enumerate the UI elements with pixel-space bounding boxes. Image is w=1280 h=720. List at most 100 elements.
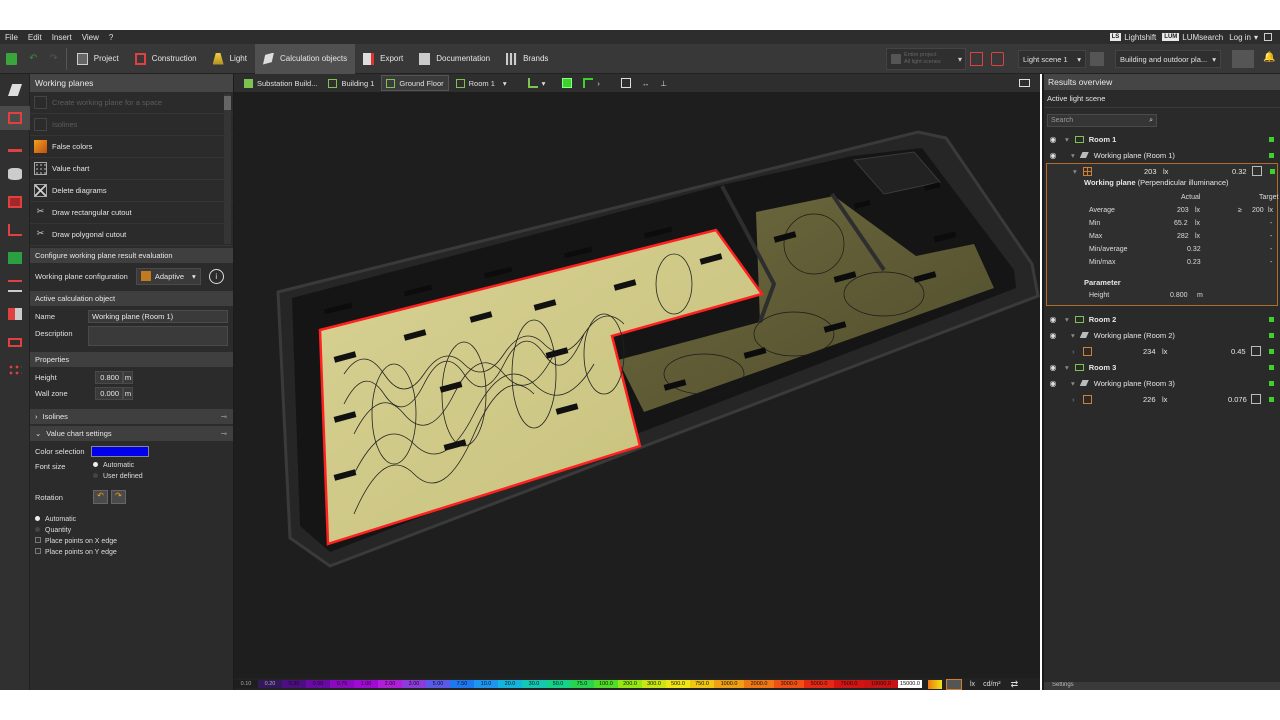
breadcrumb-floor[interactable]: Ground Floor	[381, 75, 449, 91]
font-auto-radio[interactable]: Automatic	[93, 460, 143, 471]
floor-plan-render[interactable]	[234, 74, 1040, 690]
eye-icon[interactable]: ◉	[1049, 331, 1057, 340]
tool-obstacle[interactable]	[0, 302, 30, 326]
tool-wall-grid[interactable]	[0, 190, 30, 214]
search-input[interactable]: Search ⌕	[1047, 114, 1157, 127]
save-button[interactable]	[0, 44, 23, 74]
eye-icon[interactable]: ◉	[1049, 151, 1057, 160]
color-selection-swatch[interactable]	[91, 445, 149, 457]
info-icon[interactable]: i	[208, 268, 224, 284]
tool-points[interactable]	[0, 358, 30, 382]
lightshift-button[interactable]: LS Lightshift	[1109, 33, 1156, 42]
fit-view-button[interactable]	[617, 75, 635, 91]
calculate-icon[interactable]	[970, 52, 983, 66]
tree-working-plane-3[interactable]: ◉ ▾ Working plane (Room 3)	[1044, 375, 1280, 391]
login-button[interactable]: Log in ▾	[1229, 33, 1258, 42]
tool-floor[interactable]	[0, 134, 30, 158]
wp2-result-row[interactable]: › 234 lx 0.45	[1044, 343, 1280, 359]
room-view-button[interactable]: ›	[579, 75, 604, 91]
tree-room-1[interactable]: ◉ ▾ Room 1	[1044, 131, 1280, 147]
place-y-checkbox[interactable]: Place points on Y edge	[35, 547, 233, 558]
scope-dropdown[interactable]: Entire project All light scenes ▾	[886, 48, 966, 70]
chart-icon[interactable]	[1251, 346, 1261, 356]
menu-edit[interactable]: Edit	[23, 33, 47, 42]
menu-view[interactable]: View	[77, 33, 104, 42]
settings-section[interactable]: Settings	[1044, 682, 1280, 690]
actions-scrollbar[interactable]	[224, 94, 231, 244]
tree-working-plane-1[interactable]: ◉ ▾ Working plane (Room 1)	[1044, 147, 1280, 163]
legend-active-icon[interactable]	[946, 678, 962, 690]
view-mode-dropdown[interactable]: ▾	[524, 75, 550, 91]
light-scene-dropdown[interactable]: Light scene 1 ▾	[1018, 50, 1086, 68]
tool-cylinder[interactable]	[0, 162, 30, 186]
eye-icon[interactable]: ◉	[1049, 363, 1057, 372]
place-x-checkbox[interactable]: Place points on X edge	[35, 536, 233, 547]
false-colors-action[interactable]: False colors	[30, 136, 233, 158]
rotate-right-icon[interactable]: ↷	[111, 490, 126, 504]
screen-button[interactable]	[1015, 75, 1034, 91]
tool-emergency[interactable]	[0, 246, 30, 270]
wp1-result-row[interactable]: ▾ 203 lx 0.32	[1047, 164, 1277, 178]
menu-file[interactable]: File	[0, 33, 23, 42]
3d-viewport[interactable]	[234, 74, 1040, 690]
isolines-action[interactable]: Isolines	[30, 114, 233, 136]
tool-rectangle[interactable]	[0, 330, 30, 354]
axis-button[interactable]: ⊥	[656, 75, 671, 91]
stop-icon[interactable]	[991, 52, 1004, 66]
chart-icon[interactable]	[1251, 394, 1261, 404]
view-plane-icon[interactable]	[1232, 50, 1254, 68]
chart-icon[interactable]	[1252, 166, 1262, 176]
wp3-result-row[interactable]: › 226 lx 0.076	[1044, 391, 1280, 407]
tab-project[interactable]: Project	[69, 44, 127, 74]
legend-unit-lx[interactable]: lx	[970, 681, 975, 688]
isolines-section[interactable]: › Isolines ⊸	[30, 409, 233, 424]
redo-button[interactable]: ↷	[43, 44, 63, 74]
pin-icon[interactable]: ⊸	[221, 429, 227, 438]
notification-bell-icon[interactable]: 🔔	[1263, 52, 1275, 63]
value-chart-settings-section[interactable]: ⌄ Value chart settings ⊸	[30, 426, 233, 441]
tool-working-plane[interactable]	[0, 78, 30, 102]
breadcrumb-substation[interactable]: Substation Build...	[240, 75, 321, 91]
tree-working-plane-2[interactable]: ◉ ▾ Working plane (Room 2)	[1044, 327, 1280, 343]
tab-documentation[interactable]: Documentation	[411, 44, 498, 74]
tab-brands[interactable]: Brands	[498, 44, 556, 74]
points-quantity-radio[interactable]: Quantity	[35, 525, 233, 536]
menu-help[interactable]: ?	[104, 33, 118, 42]
pin-icon[interactable]: ⊸	[221, 412, 227, 421]
value-chart-action[interactable]: Value chart	[30, 158, 233, 180]
tab-construction[interactable]: Construction	[127, 44, 205, 74]
lumsearch-button[interactable]: LUM LUMsearch	[1162, 33, 1223, 42]
draw-rectangular-cutout-action[interactable]: ✂ Draw rectangular cutout	[30, 202, 233, 224]
measure-button[interactable]: ↔	[638, 75, 654, 91]
eye-icon[interactable]: ◉	[1049, 315, 1057, 324]
delete-diagrams-action[interactable]: Delete diagrams	[30, 180, 233, 202]
description-field[interactable]	[88, 326, 228, 346]
rotate-left-icon[interactable]: ↶	[93, 490, 108, 504]
legend-unit-cd[interactable]: cd/m²	[983, 681, 1001, 688]
maximize-icon[interactable]	[1264, 33, 1272, 41]
scrollbar-thumb[interactable]	[224, 96, 231, 110]
tool-calc-surface[interactable]	[0, 106, 30, 130]
draw-polygonal-cutout-action[interactable]: ✂ Draw polygonal cutout	[30, 224, 233, 246]
create-working-plane-action[interactable]: Create working plane for a space	[30, 92, 233, 114]
name-field[interactable]: Working plane (Room 1)	[88, 310, 228, 323]
breadcrumb-building[interactable]: Building 1	[324, 75, 378, 91]
points-auto-radio[interactable]: Automatic	[35, 514, 233, 525]
font-user-radio[interactable]: User defined	[93, 471, 143, 482]
tab-export[interactable]: Export	[355, 44, 411, 74]
wall-zone-field[interactable]: 0.000	[95, 386, 123, 400]
building-dropdown[interactable]: Building and outdoor pla... ▾	[1115, 50, 1221, 68]
tool-glare[interactable]	[0, 274, 30, 298]
tool-wall-outline[interactable]	[0, 218, 30, 242]
breadcrumb-room[interactable]: Room 1 ▾	[452, 75, 511, 91]
light-scene-edit-icon[interactable]	[1090, 52, 1104, 66]
height-field[interactable]: 0.800	[95, 370, 123, 384]
config-dropdown[interactable]: Adaptive ▾	[135, 267, 201, 285]
undo-button[interactable]: ↶	[23, 44, 43, 74]
eye-icon[interactable]: ◉	[1049, 379, 1057, 388]
menu-insert[interactable]: Insert	[47, 33, 77, 42]
swap-icon[interactable]: ⇄	[1011, 679, 1019, 690]
tree-room-2[interactable]: ◉ ▾ Room 2	[1044, 311, 1280, 327]
tab-calculation-objects[interactable]: Calculation objects	[254, 43, 356, 74]
eye-icon[interactable]: ◉	[1049, 135, 1057, 144]
